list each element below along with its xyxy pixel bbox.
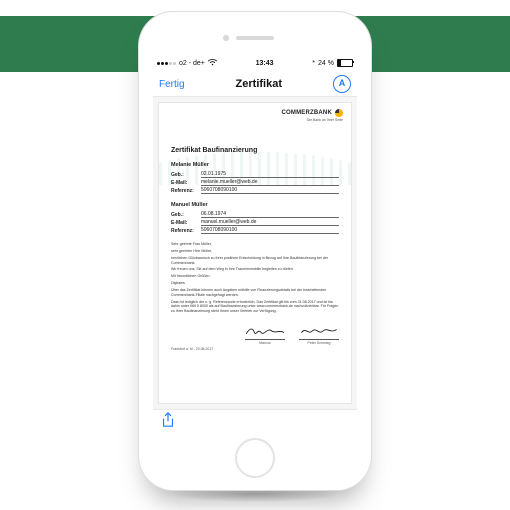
earpiece	[236, 36, 274, 40]
signature-2: Peter Schmieg	[299, 324, 339, 345]
signal-dots-icon	[157, 62, 176, 65]
wifi-icon	[208, 59, 217, 68]
status-bar: o2 - de+ 13:43 * 24 %	[153, 56, 357, 72]
document-page: COMMERZBANK Die Bank an Ihrer Seite Zert…	[159, 103, 351, 403]
reader-button[interactable]: A	[333, 75, 351, 93]
person-name: Manuel Müller	[171, 202, 339, 208]
document-viewport[interactable]: COMMERZBANK Die Bank an Ihrer Seite Zert…	[153, 97, 357, 409]
clock: 13:43	[256, 60, 274, 67]
brand-logo-icon	[335, 109, 343, 117]
brand-tagline: Die Bank an Ihrer Seite	[281, 118, 343, 122]
screen: o2 - de+ 13:43 * 24 % Fertig Zertifikat	[153, 56, 357, 434]
carrier-label: o2 - de+	[179, 60, 205, 67]
brand-name: COMMERZBANK	[281, 110, 332, 116]
done-button[interactable]: Fertig	[159, 79, 185, 90]
battery-pct: 24 %	[318, 60, 334, 67]
document-title: Zertifikat Baufinanzierung	[171, 147, 339, 154]
phone-frame: o2 - de+ 13:43 * 24 % Fertig Zertifikat	[139, 12, 371, 490]
bottom-toolbar	[153, 409, 357, 434]
home-button[interactable]	[235, 438, 275, 478]
nav-bar: Fertig Zertifikat A	[153, 72, 357, 97]
bluetooth-icon: *	[312, 60, 315, 67]
person-name: Melanie Müller	[171, 162, 339, 168]
page-title: Zertifikat	[236, 78, 282, 90]
battery-icon	[337, 59, 353, 67]
share-icon[interactable]	[161, 412, 175, 433]
person-block-1: Melanie Müller Geb.:02.01.1975 E-Mail:me…	[171, 162, 339, 194]
front-camera	[223, 35, 229, 41]
brand-block: COMMERZBANK Die Bank an Ihrer Seite	[281, 109, 343, 122]
person-block-2: Manuel Müller Geb.:06.08.1974 E-Mail:man…	[171, 202, 339, 234]
signature-1: Marcus	[245, 324, 285, 345]
footer-date: Frankfurt a. M., 23.08.2017	[171, 347, 339, 351]
signature-row: Marcus Peter Schmieg	[171, 324, 339, 345]
document-body: Sehr geehrte Frau Müller, sehr geehrter …	[171, 242, 339, 314]
